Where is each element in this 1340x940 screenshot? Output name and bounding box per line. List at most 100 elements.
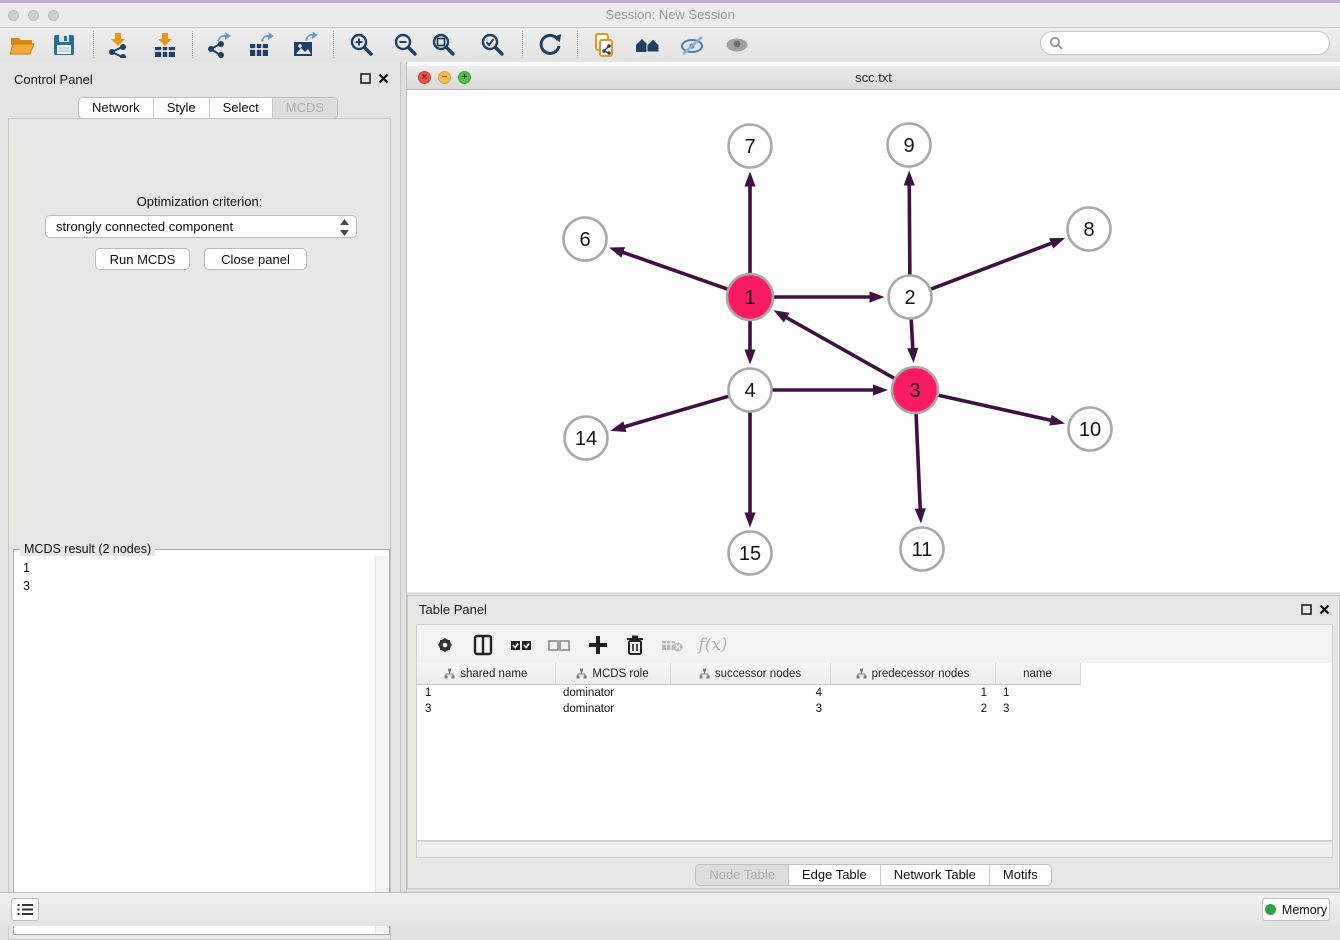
close-panel-button[interactable]: Close panel <box>204 248 307 270</box>
toolbar-separator <box>93 31 94 58</box>
float-table-panel-icon[interactable] <box>1301 602 1313 614</box>
network-view-panel: × − + scc.txt 1234678910111415 <box>407 62 1340 592</box>
table-settings-icon[interactable] <box>432 632 458 658</box>
toolbar-separator <box>192 31 193 58</box>
run-mcds-button[interactable]: Run MCDS <box>95 248 190 270</box>
save-session-icon[interactable] <box>50 31 78 59</box>
toolbar-separator <box>522 31 523 58</box>
network-canvas[interactable]: 1234678910111415 <box>407 90 1340 592</box>
clone-network-icon[interactable] <box>590 31 618 59</box>
export-network-icon[interactable] <box>204 31 232 59</box>
table-cell[interactable]: 1 <box>417 685 555 702</box>
table-cell[interactable]: 4 <box>670 685 830 702</box>
tab-network-table[interactable]: Network Table <box>880 865 989 885</box>
deselect-checks-icon[interactable] <box>546 632 572 658</box>
zoom-fit-icon[interactable] <box>430 31 458 59</box>
tab-select[interactable]: Select <box>209 98 272 118</box>
table-panel: Table Panel f(x) shared name <box>407 595 1340 889</box>
table-cell[interactable]: dominator <box>555 701 670 717</box>
open-file-icon[interactable] <box>8 31 36 59</box>
table-cell[interactable]: 2 <box>830 701 995 717</box>
result-line: 3 <box>23 577 376 595</box>
graph-arrowhead-2-8 <box>1049 238 1065 249</box>
control-panel-tabs: NetworkStyleSelectMCDS <box>78 97 338 119</box>
table-cell[interactable]: 1 <box>830 685 995 702</box>
node-table-grid: shared nameMCDS rolesuccessor nodesprede… <box>417 663 1081 717</box>
table-tabs: Node TableEdge TableNetwork TableMotifs <box>695 864 1051 886</box>
tab-style[interactable]: Style <box>153 98 209 118</box>
task-history-button[interactable] <box>11 898 39 921</box>
tab-edge-table[interactable]: Edge Table <box>788 865 880 885</box>
graph-node-label-15: 15 <box>739 543 761 565</box>
import-table-icon[interactable] <box>151 31 179 59</box>
export-image-icon[interactable] <box>291 31 319 59</box>
graph-edge-3-10[interactable] <box>938 395 1053 421</box>
graph-edge-2-9[interactable] <box>909 182 910 274</box>
column-header-predecessor-nodes[interactable]: predecessor nodes <box>830 663 995 685</box>
graph-edge-3-11[interactable] <box>916 414 920 512</box>
table-row[interactable]: 3dominator323 <box>417 701 1080 717</box>
graph-arrowhead-3-10 <box>1049 415 1065 426</box>
result-scrollbar[interactable] <box>375 556 388 933</box>
app-title: Session: New Session <box>0 7 1340 22</box>
apply-layout-icon[interactable] <box>536 31 564 59</box>
table-cell[interactable]: dominator <box>555 685 670 702</box>
graph-arrowhead-4-15 <box>744 513 755 528</box>
tab-network[interactable]: Network <box>79 98 153 118</box>
panel-splitter[interactable] <box>400 62 407 892</box>
graph-node-label-14: 14 <box>575 428 597 450</box>
column-manager-icon[interactable] <box>470 632 496 658</box>
zoom-selected-icon[interactable] <box>479 31 507 59</box>
export-table-icon[interactable] <box>247 31 275 59</box>
optimization-criterion-label: Optimization criterion: <box>9 194 390 209</box>
network-window-titlebar[interactable]: × − + scc.txt <box>407 66 1340 90</box>
search-field[interactable] <box>1040 31 1330 55</box>
zoom-out-icon[interactable] <box>392 31 420 59</box>
delete-table-icon-disabled <box>659 632 685 658</box>
table-row[interactable]: 1dominator411 <box>417 685 1080 702</box>
delete-column-icon[interactable] <box>622 632 648 658</box>
graph-arrowhead-2-9 <box>904 170 915 185</box>
tab-node-table[interactable]: Node Table <box>696 865 788 885</box>
memory-button[interactable]: Memory <box>1262 898 1330 921</box>
graph-arrowhead-3-11 <box>915 508 926 523</box>
float-panel-icon[interactable] <box>360 71 372 83</box>
tab-mcds[interactable]: MCDS <box>272 98 337 118</box>
graph-edge-2-3[interactable] <box>911 319 913 351</box>
status-bar: Memory <box>0 892 1340 926</box>
graph-edge-1-6[interactable] <box>620 251 727 289</box>
zoom-in-icon[interactable] <box>348 31 376 59</box>
close-table-panel-icon[interactable] <box>1319 602 1331 614</box>
table-cell[interactable]: 3 <box>995 701 1080 717</box>
graph-node-label-10: 10 <box>1079 419 1101 441</box>
column-header-shared-name[interactable]: shared name <box>417 663 555 685</box>
column-header-name[interactable]: name <box>995 663 1080 685</box>
table-hscroll[interactable] <box>416 841 1333 858</box>
column-header-successor-nodes[interactable]: successor nodes <box>670 663 830 685</box>
tab-motifs[interactable]: Motifs <box>989 865 1051 885</box>
graph-node-label-1: 1 <box>744 287 755 309</box>
column-header-MCDS-role[interactable]: MCDS role <box>555 663 670 685</box>
table-cell[interactable]: 1 <box>995 685 1080 702</box>
network-graph: 1234678910111415 <box>407 90 1340 592</box>
graph-edge-2-8[interactable] <box>931 242 1054 289</box>
first-neighbors-icon[interactable] <box>634 31 662 59</box>
table-cell[interactable]: 3 <box>670 701 830 717</box>
show-all-icon[interactable] <box>723 31 751 59</box>
search-icon <box>1049 36 1063 50</box>
mcds-result-text[interactable]: 13 <box>15 556 376 933</box>
search-input[interactable] <box>1067 35 1329 52</box>
import-network-icon[interactable] <box>104 31 132 59</box>
graph-node-label-7: 7 <box>744 136 755 158</box>
graph-edge-4-14[interactable] <box>622 396 728 427</box>
node-table: shared nameMCDS rolesuccessor nodesprede… <box>416 663 1333 841</box>
table-cell[interactable]: 3 <box>417 701 555 717</box>
hide-selected-icon[interactable] <box>678 31 706 59</box>
optimization-criterion-select[interactable]: strongly connected component <box>45 215 357 238</box>
close-panel-icon[interactable] <box>378 71 390 83</box>
table-body: 1dominator4113dominator323 <box>417 685 1080 718</box>
mcds-tab-content: Optimization criterion: strongly connect… <box>8 118 391 940</box>
select-all-checks-icon[interactable] <box>508 632 534 658</box>
graph-edge-3-1[interactable] <box>784 316 894 378</box>
add-column-icon[interactable] <box>585 632 611 658</box>
